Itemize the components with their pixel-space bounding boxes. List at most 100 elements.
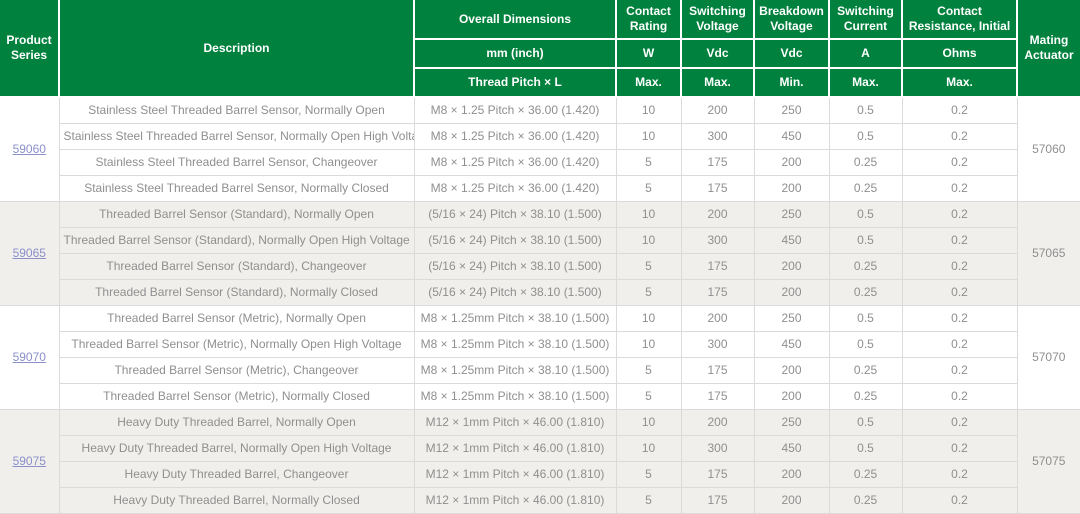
switching-voltage-cell: 300 [681,331,754,357]
switching-voltage-cell: 200 [681,409,754,435]
switching-voltage-cell: 175 [681,175,754,201]
header-switching-current-limit: Max. [829,68,902,97]
switching-voltage-cell: 300 [681,227,754,253]
header-switching-current-unit: A [829,39,902,68]
description-cell: Heavy Duty Threaded Barrel, Normally Ope… [59,409,414,435]
breakdown-voltage-cell: 200 [754,487,829,513]
contact-resistance-cell: 0.2 [902,383,1017,409]
breakdown-voltage-cell: 200 [754,461,829,487]
description-cell: Stainless Steel Threaded Barrel Sensor, … [59,149,414,175]
contact-resistance-cell: 0.2 [902,253,1017,279]
contact-rating-cell: 5 [616,253,681,279]
dimensions-cell: (5/16 × 24) Pitch × 38.10 (1.500) [414,227,616,253]
switching-current-cell: 0.25 [829,487,902,513]
header-overall-dimensions: Overall Dimensions [414,0,616,39]
switching-current-cell: 0.25 [829,149,902,175]
description-cell: Threaded Barrel Sensor (Metric), Normall… [59,383,414,409]
contact-rating-cell: 10 [616,331,681,357]
product-series-cell: 59065 [0,201,59,305]
switching-current-cell: 0.25 [829,175,902,201]
switching-current-cell: 0.25 [829,461,902,487]
product-series-link[interactable]: 59065 [13,246,46,260]
header-switching-voltage-limit: Max. [681,68,754,97]
switching-voltage-cell: 175 [681,461,754,487]
mating-actuator-cell: 57075 [1017,409,1080,513]
header-contact-rating-unit: W [616,39,681,68]
contact-resistance-cell: 0.2 [902,279,1017,305]
header-description: Description [59,0,414,97]
dimensions-cell: (5/16 × 24) Pitch × 38.10 (1.500) [414,253,616,279]
switching-current-cell: 0.25 [829,253,902,279]
contact-rating-cell: 10 [616,227,681,253]
product-series-cell: 59060 [0,97,59,201]
table-row: Heavy Duty Threaded Barrel, Normally Ope… [0,435,1080,461]
product-series-link[interactable]: 59070 [13,350,46,364]
switching-voltage-cell: 200 [681,201,754,227]
header-breakdown-voltage-limit: Min. [754,68,829,97]
table-row: 59075Heavy Duty Threaded Barrel, Normall… [0,409,1080,435]
switching-voltage-cell: 175 [681,279,754,305]
header-switching-current: Switching Current [829,0,902,39]
header-dimensions-limit: Thread Pitch × L [414,68,616,97]
dimensions-cell: M8 × 1.25 Pitch × 36.00 (1.420) [414,97,616,123]
product-spec-table: Product Series Description Overall Dimen… [0,0,1080,514]
switching-current-cell: 0.5 [829,305,902,331]
switching-current-cell: 0.25 [829,279,902,305]
table-header: Product Series Description Overall Dimen… [0,0,1080,97]
breakdown-voltage-cell: 200 [754,383,829,409]
contact-rating-cell: 5 [616,149,681,175]
header-mating-actuator: Mating Actuator [1017,0,1080,97]
table-row: Threaded Barrel Sensor (Metric), Normall… [0,331,1080,357]
product-series-link[interactable]: 59075 [13,454,46,468]
breakdown-voltage-cell: 450 [754,331,829,357]
description-cell: Heavy Duty Threaded Barrel, Changeover [59,461,414,487]
contact-rating-cell: 5 [616,487,681,513]
contact-rating-cell: 10 [616,123,681,149]
table-row: Threaded Barrel Sensor (Metric), Normall… [0,383,1080,409]
header-contact-rating-limit: Max. [616,68,681,97]
mating-actuator-cell: 57060 [1017,97,1080,201]
switching-current-cell: 0.5 [829,409,902,435]
switching-voltage-cell: 175 [681,149,754,175]
dimensions-cell: M8 × 1.25mm Pitch × 38.10 (1.500) [414,357,616,383]
table-row: Threaded Barrel Sensor (Metric), Changeo… [0,357,1080,383]
switching-voltage-cell: 200 [681,97,754,123]
product-series-cell: 59070 [0,305,59,409]
dimensions-cell: (5/16 × 24) Pitch × 38.10 (1.500) [414,201,616,227]
table-row: 59070Threaded Barrel Sensor (Metric), No… [0,305,1080,331]
contact-rating-cell: 10 [616,409,681,435]
description-cell: Heavy Duty Threaded Barrel, Normally Ope… [59,435,414,461]
dimensions-cell: M12 × 1mm Pitch × 46.00 (1.810) [414,487,616,513]
contact-resistance-cell: 0.2 [902,331,1017,357]
contact-resistance-cell: 0.2 [902,487,1017,513]
table-row: Threaded Barrel Sensor (Standard), Norma… [0,279,1080,305]
breakdown-voltage-cell: 200 [754,279,829,305]
product-series-link[interactable]: 59060 [13,142,46,156]
table-row: 59065Threaded Barrel Sensor (Standard), … [0,201,1080,227]
header-contact-resistance: Contact Resistance, Initial [902,0,1017,39]
switching-current-cell: 0.5 [829,331,902,357]
contact-rating-cell: 5 [616,175,681,201]
contact-resistance-cell: 0.2 [902,175,1017,201]
switching-voltage-cell: 175 [681,357,754,383]
description-cell: Threaded Barrel Sensor (Standard), Norma… [59,201,414,227]
description-cell: Threaded Barrel Sensor (Metric), Changeo… [59,357,414,383]
contact-rating-cell: 5 [616,383,681,409]
switching-current-cell: 0.25 [829,357,902,383]
breakdown-voltage-cell: 200 [754,357,829,383]
table-row: Threaded Barrel Sensor (Standard), Chang… [0,253,1080,279]
contact-resistance-cell: 0.2 [902,123,1017,149]
breakdown-voltage-cell: 250 [754,409,829,435]
header-product-series: Product Series [0,0,59,97]
table-row: Heavy Duty Threaded Barrel, Normally Clo… [0,487,1080,513]
description-cell: Threaded Barrel Sensor (Standard), Norma… [59,279,414,305]
mating-actuator-cell: 57070 [1017,305,1080,409]
description-cell: Heavy Duty Threaded Barrel, Normally Clo… [59,487,414,513]
contact-resistance-cell: 0.2 [902,201,1017,227]
table-row: Stainless Steel Threaded Barrel Sensor, … [0,175,1080,201]
dimensions-cell: M12 × 1mm Pitch × 46.00 (1.810) [414,461,616,487]
contact-rating-cell: 5 [616,279,681,305]
breakdown-voltage-cell: 450 [754,227,829,253]
switching-current-cell: 0.5 [829,201,902,227]
header-switching-voltage-unit: Vdc [681,39,754,68]
